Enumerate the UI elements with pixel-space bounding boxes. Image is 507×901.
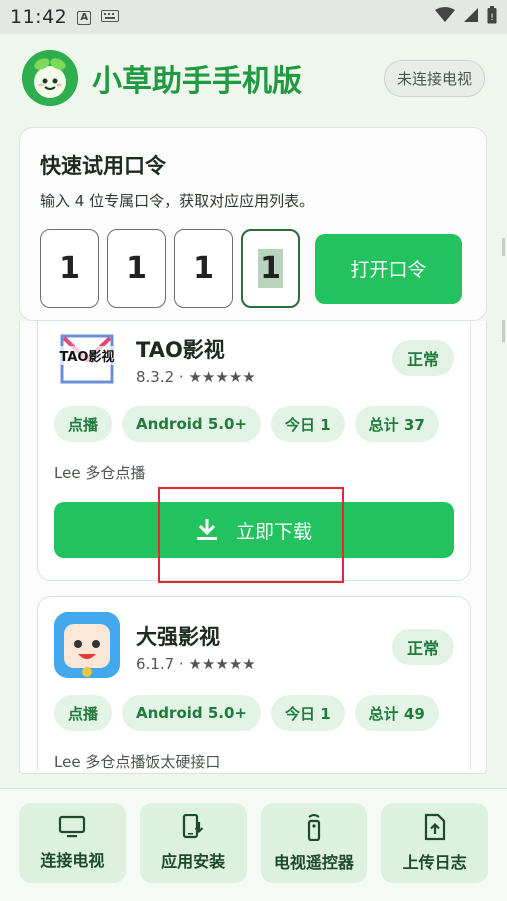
code-digit-3[interactable]: 1 <box>174 229 233 308</box>
app-list[interactable]: TAO影视 TAO影视 8.3.2 · ★★★★★ 正常 点播 Android … <box>19 321 487 772</box>
app-tags: 点播 Android 5.0+ 今日 1 总计 49 <box>54 695 439 731</box>
wifi-icon <box>435 7 455 27</box>
nav-label: 上传日志 <box>402 853 467 872</box>
scrollbar-mark <box>502 238 505 256</box>
svg-text:!: ! <box>490 13 494 23</box>
app-description: Lee 多仓点播饭太硬接口 <box>54 753 221 771</box>
nav-label: 应用安装 <box>161 852 226 871</box>
status-bar: 11:42 A ! <box>0 0 507 34</box>
app-status-badge: 正常 <box>392 340 454 376</box>
tv-connection-status-badge[interactable]: 未连接电视 <box>383 59 485 97</box>
code-digit-2[interactable]: 1 <box>107 229 166 308</box>
tag-today: 今日 1 <box>271 695 345 731</box>
code-card-title: 快速试用口令 <box>40 154 166 178</box>
download-icon <box>196 519 217 540</box>
download-button[interactable]: 立即下载 <box>54 502 454 558</box>
tag-total: 总计 49 <box>354 695 439 731</box>
list-bottom-edge <box>19 770 487 774</box>
app-description: Lee 多仓点播 <box>54 464 146 482</box>
app-title: 小草助手手机版 <box>92 64 302 99</box>
tao-app-icon: TAO影视 <box>54 326 120 392</box>
upload-file-icon <box>424 813 445 841</box>
app-header: 小草助手手机版 未连接电视 <box>0 34 507 122</box>
app-name: 大强影视 <box>136 625 220 649</box>
app-card-tao: TAO影视 TAO影视 8.3.2 · ★★★★★ 正常 点播 Android … <box>37 321 471 581</box>
code-card-description: 输入 4 位专属口令，获取对应应用列表。 <box>40 192 315 210</box>
tao-icon-text: TAO影视 <box>54 346 120 365</box>
scrollbar-mark <box>502 320 505 342</box>
code-digit-1[interactable]: 1 <box>40 229 99 308</box>
daqiang-app-icon <box>54 612 120 678</box>
tag-type: 点播 <box>54 406 113 442</box>
app-name: TAO影视 <box>136 338 225 362</box>
app-version-rating: 6.1.7 · ★★★★★ <box>136 655 256 673</box>
battery-icon: ! <box>487 6 497 28</box>
tag-android: Android 5.0+ <box>122 406 261 442</box>
phone-download-icon <box>183 814 204 839</box>
app-status-badge: 正常 <box>392 629 454 665</box>
app-version-rating: 8.3.2 · ★★★★★ <box>136 368 256 386</box>
nav-label: 连接电视 <box>40 851 105 870</box>
remote-icon <box>307 814 320 841</box>
app-logo <box>22 50 78 106</box>
bottom-navigation: 连接电视 应用安装 电视遥控器 上传日志 <box>0 788 507 901</box>
nav-tv-remote[interactable]: 电视遥控器 <box>260 803 368 883</box>
code-input-row: 1 1 1 1 打开口令 <box>40 229 466 308</box>
open-code-button[interactable]: 打开口令 <box>315 233 462 304</box>
signal-icon <box>463 7 479 27</box>
a-notification-icon: A <box>77 9 92 25</box>
code-digit-4[interactable]: 1 <box>241 229 300 308</box>
nav-connect-tv[interactable]: 连接电视 <box>19 803 126 883</box>
quick-code-card: 快速试用口令 输入 4 位专属口令，获取对应应用列表。 1 1 1 1 打开口令 <box>19 127 487 321</box>
nav-app-install[interactable]: 应用安装 <box>139 803 247 883</box>
keyboard-icon <box>101 9 120 25</box>
nav-label: 电视遥控器 <box>273 853 354 872</box>
app-tags: 点播 Android 5.0+ 今日 1 总计 37 <box>54 406 439 442</box>
download-label: 立即下载 <box>235 521 312 543</box>
tag-today: 今日 1 <box>271 406 345 442</box>
tag-total: 总计 37 <box>354 406 439 442</box>
tv-icon <box>59 815 86 838</box>
tag-type: 点播 <box>54 695 113 731</box>
nav-upload-log[interactable]: 上传日志 <box>381 803 488 883</box>
clock: 11:42 <box>10 6 68 28</box>
app-card-daqiang: 大强影视 6.1.7 · ★★★★★ 正常 点播 Android 5.0+ 今日… <box>37 596 471 772</box>
tag-android: Android 5.0+ <box>122 695 261 731</box>
